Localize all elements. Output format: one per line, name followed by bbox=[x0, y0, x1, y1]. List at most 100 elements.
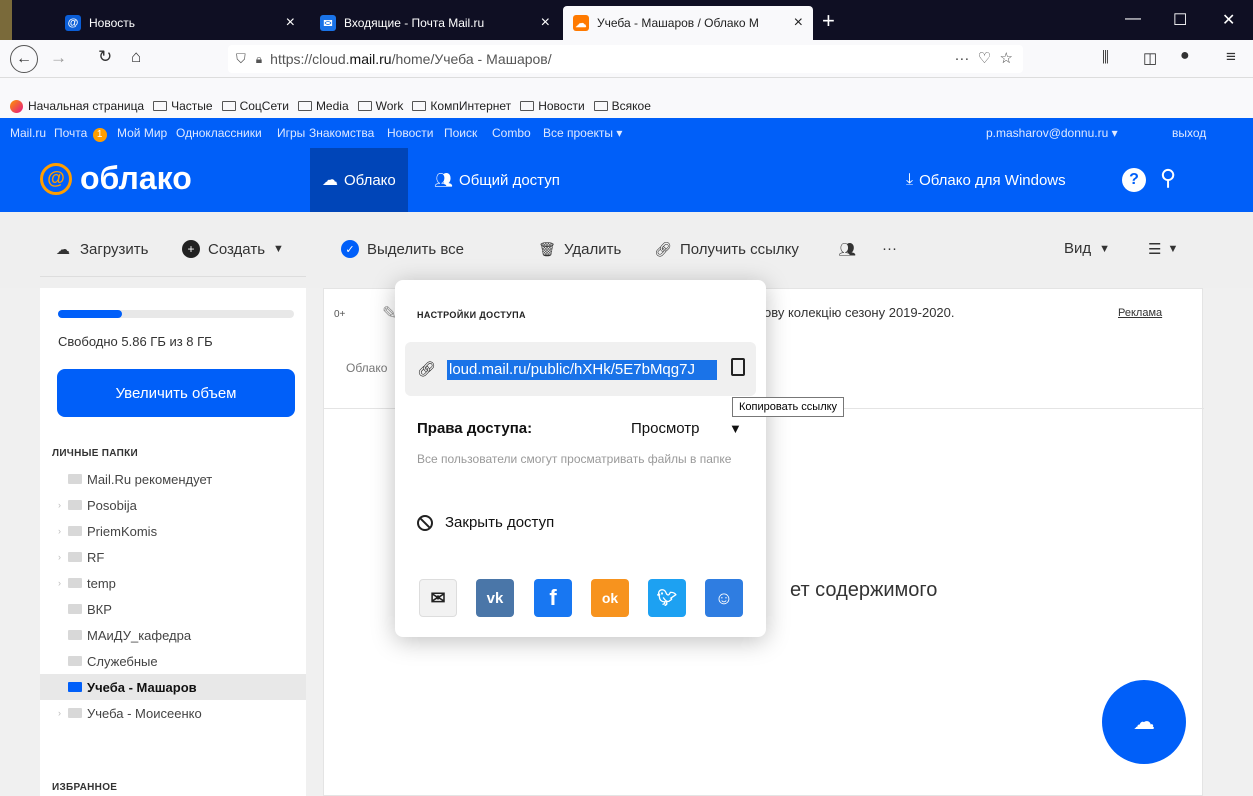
more-button[interactable]: ··· bbox=[882, 240, 897, 257]
menu-icon[interactable]: ≡ bbox=[1226, 47, 1236, 67]
account-avatar-icon[interactable]: ● bbox=[1180, 47, 1190, 65]
folder-icon bbox=[68, 578, 82, 588]
share-vk-button[interactable]: vk bbox=[476, 579, 514, 617]
sidebar-folder-item[interactable]: › temp bbox=[40, 570, 306, 596]
create-button[interactable]: + Создать ▼ bbox=[182, 240, 284, 258]
access-rights-select[interactable]: Просмотр bbox=[631, 420, 700, 437]
nav-cloud[interactable]: ☁ Облако bbox=[310, 148, 408, 212]
url-bar[interactable]: ⛉ 🔒︎ https://cloud. mail.ru/home/Учеба - … bbox=[228, 45, 1023, 73]
portal-link-search[interactable]: Поиск bbox=[444, 126, 477, 140]
sidebar-folder-item[interactable]: Служебные bbox=[40, 648, 306, 674]
trash-icon: 🗑︎ bbox=[538, 240, 556, 257]
user-menu[interactable]: p.masharov@donnu.ru ▾ bbox=[986, 126, 1118, 140]
select-all-label: Выделить все bbox=[367, 240, 465, 258]
view-button[interactable]: Вид ▼ bbox=[1064, 240, 1110, 257]
tab-mail[interactable]: ✉ Входящие - Почта Mail.ru × bbox=[310, 6, 560, 40]
public-link-box: 🔗︎ loud.mail.ru/public/hXHk/5E7bMqg7J bbox=[405, 342, 756, 396]
browser-nav-bar: ← → ↻ ⌂ ⛉ 🔒︎ https://cloud. mail.ru/home/… bbox=[0, 40, 1253, 78]
share-moimir-button[interactable]: ☺ bbox=[705, 579, 743, 617]
ad-label[interactable]: Реклама bbox=[1118, 307, 1162, 319]
storage-progress-fill bbox=[58, 310, 122, 318]
folder-icon bbox=[153, 101, 168, 111]
tab-news[interactable]: @ Новость × bbox=[55, 6, 305, 40]
share-email-button[interactable]: ✉ bbox=[419, 579, 457, 617]
get-link-button[interactable]: 🔗︎ Получить ссылку bbox=[654, 240, 799, 258]
close-access-button[interactable]: Закрыть доступ bbox=[417, 514, 554, 531]
shield-icon: ⛉ bbox=[236, 51, 246, 66]
help-icon[interactable]: ? bbox=[1122, 168, 1146, 192]
bookmark-folder[interactable]: Частые bbox=[153, 99, 213, 113]
sidebar-folder-item[interactable]: › PriemKomis bbox=[40, 518, 306, 544]
cloud-logo[interactable]: @ облако bbox=[40, 160, 192, 197]
close-icon[interactable]: × bbox=[794, 14, 803, 32]
close-icon[interactable]: × bbox=[541, 14, 550, 32]
access-settings-dialog: НАСТРОЙКИ ДОСТУПА 🔗︎ loud.mail.ru/public… bbox=[395, 280, 766, 637]
sidebar-folder-item[interactable]: ВКР bbox=[40, 596, 306, 622]
public-link-input[interactable]: loud.mail.ru/public/hXHk/5E7bMqg7J bbox=[447, 360, 717, 380]
bookmark-folder[interactable]: СоцСети bbox=[221, 99, 289, 113]
sidebar-folder-item[interactable]: МАиДУ_кафедра bbox=[40, 622, 306, 648]
sidebar-folder-item[interactable]: › RF bbox=[40, 544, 306, 570]
sidebar-folder-item[interactable]: Учеба - Машаров bbox=[40, 674, 306, 700]
back-icon[interactable]: ← bbox=[10, 45, 38, 73]
upload-button[interactable]: ☁ Загрузить bbox=[54, 240, 149, 258]
tab-cloud[interactable]: ☁ Учеба - Машаров / Облако М × bbox=[563, 6, 813, 40]
minimize-icon[interactable]: — bbox=[1125, 10, 1141, 28]
expand-arrow-icon[interactable]: › bbox=[58, 708, 68, 718]
logout-link[interactable]: выход bbox=[1172, 126, 1206, 140]
enlarge-storage-button[interactable]: Увеличить объем bbox=[57, 369, 295, 417]
expand-arrow-icon[interactable]: › bbox=[58, 500, 68, 510]
bookmark-start[interactable]: Начальная страница bbox=[10, 99, 144, 113]
bookmark-folder[interactable]: КомпИнтернет bbox=[412, 99, 511, 113]
share-facebook-button[interactable]: f bbox=[534, 579, 572, 617]
folder-icon bbox=[68, 500, 82, 510]
portal-link-mailru[interactable]: Mail.ru bbox=[10, 126, 46, 140]
forward-icon[interactable]: → bbox=[50, 48, 67, 68]
library-icon[interactable]: ⫼ bbox=[1102, 49, 1109, 66]
portal-link-dating[interactable]: Знакомства bbox=[309, 126, 374, 140]
breadcrumb-root[interactable]: Облако bbox=[346, 361, 387, 375]
window-close-icon[interactable]: ✕ bbox=[1222, 10, 1235, 30]
caret-down-icon[interactable]: ▼ bbox=[729, 421, 742, 436]
nav-shared[interactable]: 👥︎ Общий доступ bbox=[422, 148, 572, 212]
portal-link-news[interactable]: Новости bbox=[387, 126, 433, 140]
search-icon[interactable]: ⚲ bbox=[1160, 165, 1176, 191]
close-icon[interactable]: × bbox=[286, 14, 295, 32]
portal-link-ok[interactable]: Одноклассники bbox=[176, 126, 262, 140]
sort-button[interactable]: ☰ ▼ bbox=[1148, 240, 1178, 258]
portal-link-all-projects[interactable]: Все проекты ▾ bbox=[543, 126, 622, 140]
share-odnoklassniki-button[interactable]: ok bbox=[591, 579, 629, 617]
copy-icon[interactable] bbox=[731, 358, 745, 376]
share-access-button[interactable]: 👥︎ bbox=[838, 240, 864, 258]
ad-text: ову колекцію сезону 2019-2020. bbox=[764, 305, 955, 320]
bookmark-folder[interactable]: Новости bbox=[520, 99, 585, 113]
select-all-button[interactable]: ✓ Выделить все bbox=[341, 240, 464, 258]
access-rights-label: Права доступа: bbox=[417, 420, 533, 437]
expand-arrow-icon[interactable]: › bbox=[58, 526, 68, 536]
nav-cloud-label: Облако bbox=[344, 171, 396, 189]
empty-folder-text: ет содержимого bbox=[790, 579, 938, 601]
sidebar-icon[interactable]: ◫ bbox=[1143, 49, 1157, 67]
home-icon[interactable]: ⌂ bbox=[131, 47, 141, 67]
bookmark-folder[interactable]: Всякое bbox=[593, 99, 651, 113]
upload-fab-button[interactable]: ☁ bbox=[1102, 680, 1186, 764]
sidebar-folder-item[interactable]: › Posobija bbox=[40, 492, 306, 518]
reload-icon[interactable]: ↻ bbox=[98, 47, 112, 67]
bookmark-folder[interactable]: Work bbox=[357, 99, 403, 113]
page-actions-icon[interactable]: ··· ♡ ☆ bbox=[954, 49, 1013, 67]
bookmark-folder[interactable]: Media bbox=[297, 99, 349, 113]
expand-arrow-icon[interactable]: › bbox=[58, 578, 68, 588]
share-twitter-button[interactable]: 🐦︎ bbox=[648, 579, 686, 617]
maximize-icon[interactable]: ☐ bbox=[1173, 10, 1187, 30]
sidebar-folder-item[interactable]: › Учеба - Моисеенко bbox=[40, 700, 306, 726]
windows-app-link[interactable]: ⤓ Облако для Windows bbox=[894, 148, 1078, 212]
portal-link-games[interactable]: Игры bbox=[277, 126, 305, 140]
portal-link-combo[interactable]: Combo bbox=[492, 126, 531, 140]
portal-link-moimir[interactable]: Мой Мир bbox=[117, 126, 167, 140]
users-icon: 👥︎ bbox=[838, 240, 856, 257]
new-tab-icon[interactable]: + bbox=[822, 8, 835, 34]
delete-button[interactable]: 🗑︎ Удалить bbox=[538, 240, 621, 258]
expand-arrow-icon[interactable]: › bbox=[58, 552, 68, 562]
portal-link-mail[interactable]: Почта 1 bbox=[54, 126, 107, 142]
sidebar-folder-item[interactable]: Mail.Ru рекомендует bbox=[40, 466, 306, 492]
